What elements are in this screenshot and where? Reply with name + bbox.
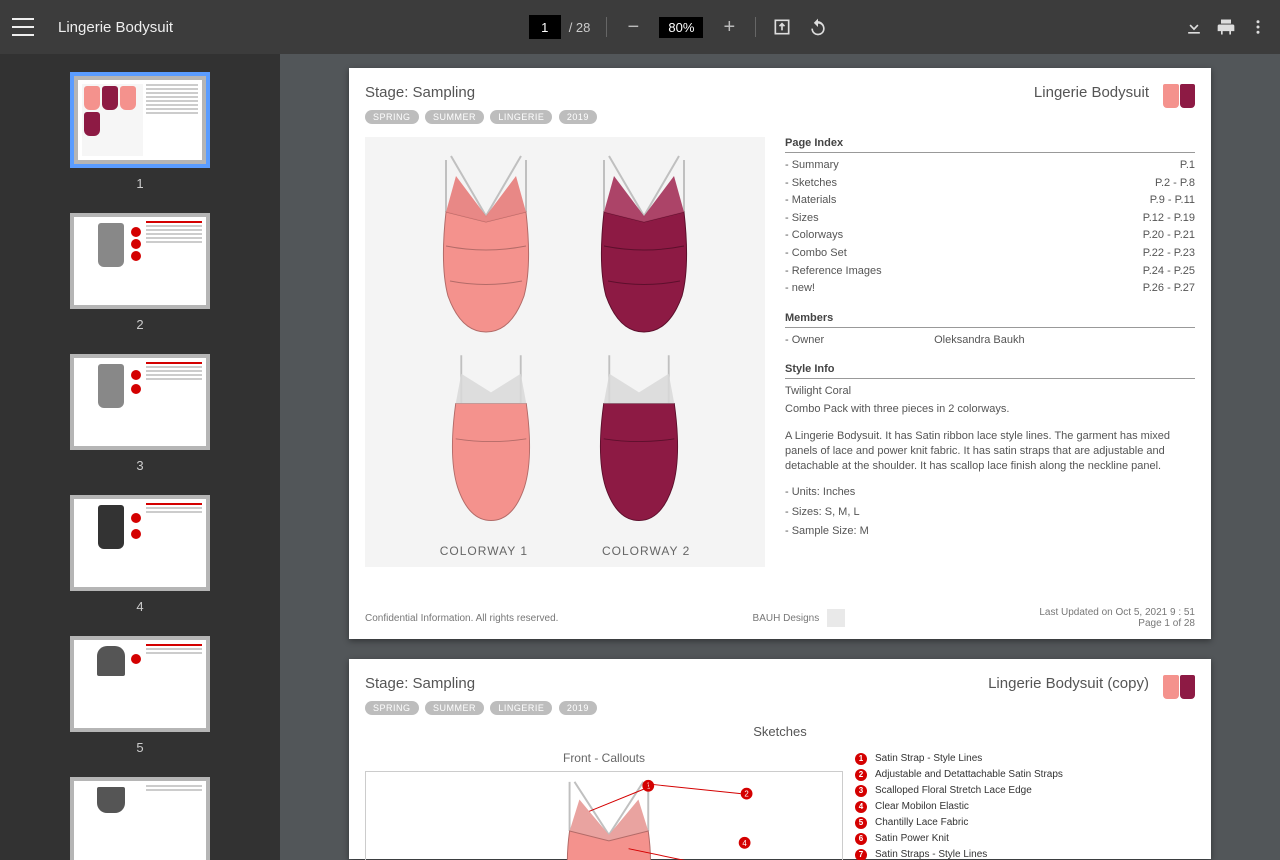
svg-text:4: 4 xyxy=(742,839,747,848)
page-number-input[interactable] xyxy=(529,15,561,39)
thumbnail-3[interactable] xyxy=(70,354,210,450)
thumbnail-6[interactable] xyxy=(70,777,210,860)
section-header: Sketches xyxy=(365,724,1195,739)
callout-row: 7Satin Straps - Style Lines xyxy=(855,847,1195,860)
style-units: - Units: Inches xyxy=(785,483,1195,503)
callout-row: 3Scalloped Floral Stretch Lace Edge xyxy=(855,783,1195,799)
index-row: - SketchesP.2 - P.8 xyxy=(785,175,1195,193)
thumbnail-label: 2 xyxy=(136,317,143,332)
rotate-icon[interactable] xyxy=(808,17,828,37)
tag: SPRING xyxy=(365,701,419,715)
download-icon[interactable] xyxy=(1184,17,1204,37)
style-sub: Combo Pack with three pieces in 2 colorw… xyxy=(785,401,1195,419)
stage-label: Stage: Sampling xyxy=(365,675,599,692)
callout-row: 1Satin Strap - Style Lines xyxy=(855,751,1195,767)
member-name: Oleksandra Baukh xyxy=(824,332,1195,350)
index-row: - ColorwaysP.20 - P.21 xyxy=(785,227,1195,245)
tag: LINGERIE xyxy=(490,110,552,124)
style-name: Twilight Coral xyxy=(785,383,1195,401)
thumbnail-label: 3 xyxy=(136,458,143,473)
bodysuit-cw1-front xyxy=(416,146,556,336)
colorway-1-label: COLORWAY 1 xyxy=(440,544,528,558)
thumbnail-4[interactable] xyxy=(70,495,210,591)
footer-updated: Last Updated on Oct 5, 2021 9 : 51 xyxy=(1039,607,1195,618)
tag-row: SPRING SUMMER LINGERIE 2019 xyxy=(365,698,599,716)
pdf-toolbar: Lingerie Bodysuit / 28 − 80% + xyxy=(0,0,1280,54)
page-title: Lingerie Bodysuit (copy) xyxy=(988,675,1149,692)
footer-company: BAUH Designs xyxy=(753,613,820,624)
style-sizes: - Sizes: S, M, L xyxy=(785,503,1195,523)
zoom-in-button[interactable]: + xyxy=(719,16,739,39)
index-row: - SummaryP.1 xyxy=(785,157,1195,175)
print-icon[interactable] xyxy=(1216,17,1236,37)
zoom-out-button[interactable]: − xyxy=(623,16,643,39)
tag-row: SPRING SUMMER LINGERIE 2019 xyxy=(365,107,599,125)
more-icon[interactable] xyxy=(1248,17,1268,37)
page-indicator: / 28 xyxy=(529,15,591,39)
footer-confidential: Confidential Information. All rights res… xyxy=(365,613,558,624)
callout-row: 2Adjustable and Detattachable Satin Stra… xyxy=(855,767,1195,783)
artwork-panel: COLORWAY 1 COLORWAY 2 xyxy=(365,137,765,567)
index-row: - SizesP.12 - P.19 xyxy=(785,210,1195,228)
thumbnail-1[interactable] xyxy=(70,72,210,168)
tag: 2019 xyxy=(559,701,597,715)
index-row: - new!P.26 - P.27 xyxy=(785,280,1195,298)
document-viewport[interactable]: Stage: Sampling SPRING SUMMER LINGERIE 2… xyxy=(280,54,1280,860)
style-sample: - Sample Size: M xyxy=(785,522,1195,542)
page-index-header: Page Index xyxy=(785,137,1195,153)
colorway-2-label: COLORWAY 2 xyxy=(602,544,690,558)
page-2: Stage: Sampling SPRING SUMMER LINGERIE 2… xyxy=(349,659,1211,859)
page-total: / 28 xyxy=(569,20,591,35)
fit-page-icon[interactable] xyxy=(772,17,792,37)
page-footer: Confidential Information. All rights res… xyxy=(365,607,1195,629)
callout-row: 5Chantilly Lace Fabric xyxy=(855,815,1195,831)
callout-row: 4Clear Mobilon Elastic xyxy=(855,799,1195,815)
bodysuit-cw2-front xyxy=(574,146,714,336)
tag: SUMMER xyxy=(425,110,484,124)
callouts-list: 1Satin Strap - Style Lines2Adjustable an… xyxy=(855,751,1195,860)
document-title: Lingerie Bodysuit xyxy=(58,19,173,36)
stage-label: Stage: Sampling xyxy=(365,84,599,101)
thumbnail-label: 1 xyxy=(136,176,143,191)
zoom-value[interactable]: 80% xyxy=(659,17,703,38)
footer-pagenum: Page 1 of 28 xyxy=(1039,618,1195,629)
menu-icon[interactable] xyxy=(12,18,34,36)
page-title: Lingerie Bodysuit xyxy=(1034,84,1149,101)
footer-logo xyxy=(827,609,845,627)
style-desc: A Lingerie Bodysuit. It has Satin ribbon… xyxy=(785,429,1195,475)
metadata-panel: Page Index - SummaryP.1- SketchesP.2 - P… xyxy=(785,137,1195,567)
index-row: - Combo SetP.22 - P.23 xyxy=(785,245,1195,263)
index-row: - MaterialsP.9 - P.11 xyxy=(785,192,1195,210)
tag: 2019 xyxy=(559,110,597,124)
index-row: - Reference ImagesP.24 - P.25 xyxy=(785,263,1195,281)
callout-row: 6Satin Power Knit xyxy=(855,831,1195,847)
tag: SPRING xyxy=(365,110,419,124)
thumbnail-label: 4 xyxy=(136,599,143,614)
corner-swatch xyxy=(1163,675,1195,699)
thumbnail-5[interactable] xyxy=(70,636,210,732)
sketch-area: 1 2 3 4 xyxy=(365,771,843,860)
members-header: Members xyxy=(785,312,1195,328)
corner-swatch xyxy=(1163,84,1195,108)
bodysuit-cw2-back xyxy=(574,346,704,526)
member-role: - Owner xyxy=(785,332,824,350)
thumbnail-2[interactable] xyxy=(70,213,210,309)
tag: SUMMER xyxy=(425,701,484,715)
svg-text:2: 2 xyxy=(744,790,748,799)
thumbnail-label: 5 xyxy=(136,740,143,755)
sketch-title: Front - Callouts xyxy=(365,751,843,765)
thumbnail-sidebar: 1 2 xyxy=(0,54,280,860)
style-info-header: Style Info xyxy=(785,363,1195,379)
page-1: Stage: Sampling SPRING SUMMER LINGERIE 2… xyxy=(349,68,1211,639)
tag: LINGERIE xyxy=(490,701,552,715)
bodysuit-cw1-back xyxy=(426,346,556,526)
